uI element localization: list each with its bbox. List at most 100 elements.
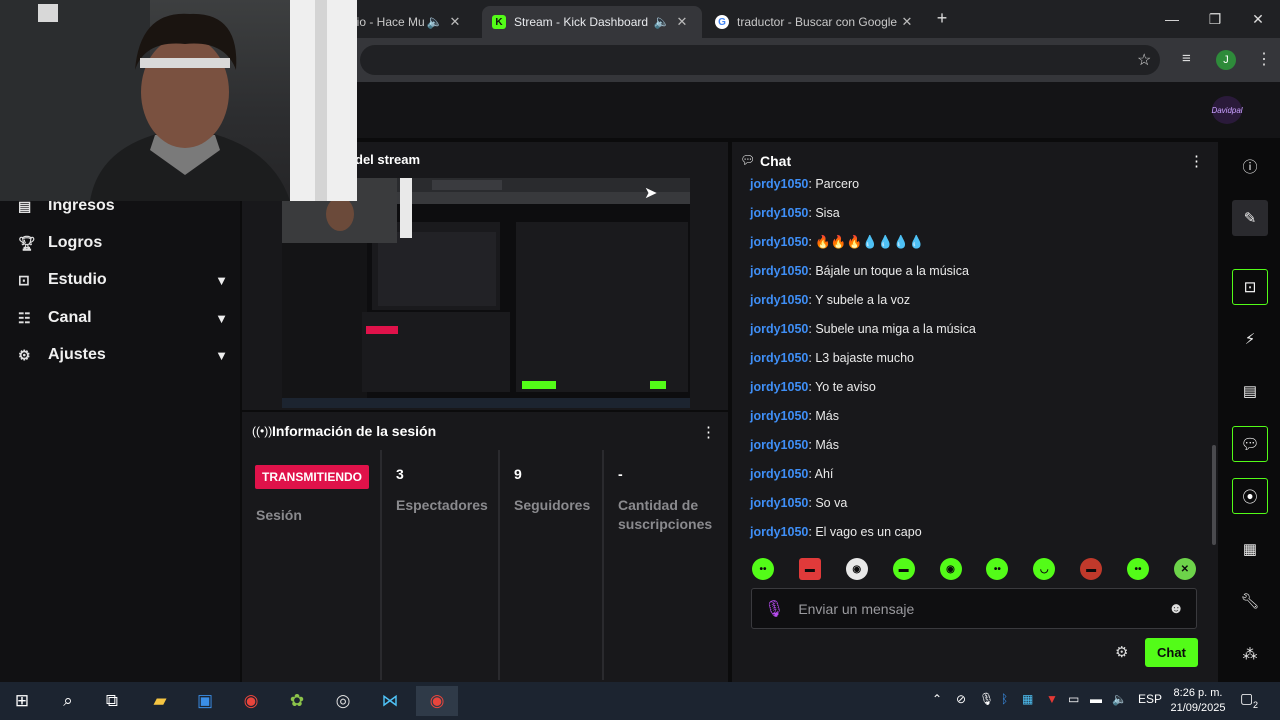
tray-language[interactable]: ESP xyxy=(1138,692,1162,706)
chrome-active-icon[interactable]: ◉ xyxy=(416,686,458,716)
chat-message: jordy1050: Sisa xyxy=(750,206,840,220)
webcam-image xyxy=(0,0,357,201)
chat-bubble-icon: 💬︎ xyxy=(740,153,756,167)
store-icon[interactable]: ▣ xyxy=(189,686,221,716)
sidebar-item-canal[interactable]: ☷ Canal ▼ xyxy=(18,303,228,333)
address-bar[interactable] xyxy=(360,45,1160,75)
speaker-icon: 🔈 xyxy=(653,14,671,29)
emote-icon[interactable]: ▬ xyxy=(798,558,821,580)
windows-start-icon[interactable]: ⊞ xyxy=(6,686,38,716)
chat-message: jordy1050: Más xyxy=(750,409,839,423)
restore-button[interactable]: ❐ xyxy=(1193,0,1237,38)
stat-subscriptions: - Cantidad de suscripciones xyxy=(602,450,728,680)
sidebar-item-logros[interactable]: 🏆︎ Logros xyxy=(18,228,228,258)
tray-chevron-icon[interactable]: ⌃ xyxy=(932,692,942,706)
media-control-icon[interactable]: ≡ xyxy=(1182,50,1191,67)
bookmark-star-icon[interactable]: ☆ xyxy=(1137,50,1151,70)
channel-icon: ☷ xyxy=(18,309,31,326)
file-explorer-icon[interactable]: ▰ xyxy=(144,686,176,716)
studio-icon: ⊡ xyxy=(18,271,30,288)
tray-antivirus-icon: ▼ xyxy=(1046,692,1058,706)
emote-icon[interactable]: ▬ xyxy=(1080,558,1103,580)
chat-message-input[interactable]: 🎙︎ Enviar un mensaje ☻ xyxy=(751,588,1197,629)
chat-message: jordy1050: Más xyxy=(750,438,839,452)
stream-preview-video[interactable] xyxy=(282,178,690,408)
tray-volume-icon: 🔈 xyxy=(1112,692,1127,706)
edit-pencil-icon[interactable]: ✎ xyxy=(1232,200,1268,236)
chat-message: jordy1050: El vago es un capo xyxy=(750,525,922,539)
capture-icon[interactable]: ⊡ xyxy=(1232,269,1268,305)
capcut-icon[interactable]: ⋈ xyxy=(374,686,406,716)
emote-icon[interactable]: •• xyxy=(752,558,774,580)
chat-input-placeholder: Enviar un mensaje xyxy=(798,600,915,617)
tray-network-icon: ⊘ xyxy=(956,692,967,706)
chevron-down-icon: ▼ xyxy=(215,272,228,288)
notification-center-icon[interactable]: ▢ xyxy=(1240,690,1253,707)
task-view-icon[interactable]: ⧉ xyxy=(96,686,128,716)
tab-google-search[interactable]: G traductor - Buscar con Google ✕ xyxy=(705,6,927,38)
preview-title: del stream xyxy=(355,152,421,167)
search-icon[interactable]: ⌕ xyxy=(52,686,84,716)
sidebar-item-estudio[interactable]: ⊡ Estudio ▼ xyxy=(18,265,228,295)
microphone-icon[interactable]: 🎙︎ xyxy=(764,599,784,619)
info-icon[interactable]: ⓘ xyxy=(1232,148,1268,184)
mouse-cursor-icon: ➤ xyxy=(644,185,658,202)
apps-icon[interactable]: ⁂ xyxy=(1232,636,1268,672)
close-tab-icon[interactable]: ✕ xyxy=(672,14,692,30)
chat-message: jordy1050: So va xyxy=(750,496,848,510)
chat-title: Chat xyxy=(760,153,792,169)
obs-icon[interactable]: ◎ xyxy=(327,686,359,716)
chat-toggle-icon[interactable]: 💬︎ xyxy=(1232,426,1268,462)
taskbar-clock[interactable]: 8:26 p. m. 21/09/2025 xyxy=(1166,686,1230,716)
user-avatar[interactable]: Davidpal xyxy=(1211,96,1243,124)
emote-bar: •• ▬ ◉ ▬ ◉ •• ◡ ▬ •• ✕ xyxy=(752,558,1196,584)
chat-message: jordy1050: Parcero xyxy=(750,177,860,191)
tray-display-icon: ▭ xyxy=(1068,692,1080,706)
chat-message: jordy1050: Bájale un toque a la música xyxy=(750,264,969,278)
chevron-down-icon: ▼ xyxy=(215,310,228,326)
wrench-icon[interactable]: 🔧︎ xyxy=(1232,583,1268,619)
tray-battery-icon: ▬ xyxy=(1090,692,1102,706)
layout-icon[interactable]: ▦ xyxy=(1232,531,1268,567)
close-window-button[interactable]: ✕ xyxy=(1236,0,1280,38)
chat-message: jordy1050: Subele una miga a la música xyxy=(750,322,976,336)
stat-viewers: 3 Espectadores xyxy=(380,450,498,680)
tray-bluetooth-icon: ᛒ xyxy=(1001,692,1009,706)
status-badge: TRANSMITIENDO xyxy=(255,465,369,489)
notes-icon[interactable]: ▤ xyxy=(1232,373,1268,409)
chrome-icon[interactable]: ◉ xyxy=(235,686,267,716)
app-icon[interactable]: ✿ xyxy=(281,686,313,716)
browser-menu-icon[interactable]: ⋮ xyxy=(1256,49,1272,69)
trophy-icon: 🏆︎ xyxy=(18,234,36,251)
tab-hace-mu[interactable]: nio - Hace Mu 🔈 ✕ xyxy=(340,6,475,38)
emote-icon[interactable]: •• xyxy=(1127,558,1149,580)
emote-icon[interactable]: ◡ xyxy=(1033,558,1056,580)
emote-icon[interactable]: •• xyxy=(986,558,1009,580)
chat-message: jordy1050: Yo te aviso xyxy=(750,380,876,394)
chat-settings-icon[interactable]: ⚙ xyxy=(1115,643,1128,661)
broadcast-icon: ((•)) xyxy=(252,424,273,438)
chat-message: jordy1050: L3 bajaste mucho xyxy=(750,351,915,365)
emote-icon[interactable]: ▬ xyxy=(892,558,915,580)
session-menu-icon[interactable]: ⋮ xyxy=(701,423,716,441)
chat-menu-icon[interactable]: ⋮ xyxy=(1189,152,1204,170)
emoji-picker-icon[interactable]: ☻ xyxy=(1168,600,1184,617)
close-tab-icon[interactable]: ✕ xyxy=(897,14,917,30)
speaker-icon: 🔈 xyxy=(426,14,444,29)
broadcast-toggle-icon[interactable]: ⦿ xyxy=(1232,478,1268,514)
close-tab-icon[interactable]: ✕ xyxy=(445,14,465,30)
emote-icon[interactable]: ◉ xyxy=(845,558,868,580)
lightning-icon[interactable]: ⚡︎ xyxy=(1232,321,1268,357)
chat-scrollbar[interactable] xyxy=(1212,445,1216,545)
emote-icon[interactable]: ✕ xyxy=(1173,558,1196,580)
minimize-button[interactable]: — xyxy=(1150,0,1194,38)
new-tab-button[interactable]: + xyxy=(932,8,952,30)
emote-icon[interactable]: ◉ xyxy=(939,558,962,580)
profile-button[interactable]: J xyxy=(1216,50,1236,70)
sidebar-item-ajustes[interactable]: ⚙ Ajustes ▼ xyxy=(18,340,228,370)
chevron-down-icon: ▼ xyxy=(215,347,228,363)
chat-message: jordy1050: 🔥🔥🔥💧💧💧💧 xyxy=(750,235,925,249)
tab-kick-dashboard[interactable]: K Stream - Kick Dashboard 🔈 ✕ xyxy=(482,6,702,38)
preview-mirror-image xyxy=(282,178,690,408)
chat-send-button[interactable]: Chat xyxy=(1145,638,1198,667)
